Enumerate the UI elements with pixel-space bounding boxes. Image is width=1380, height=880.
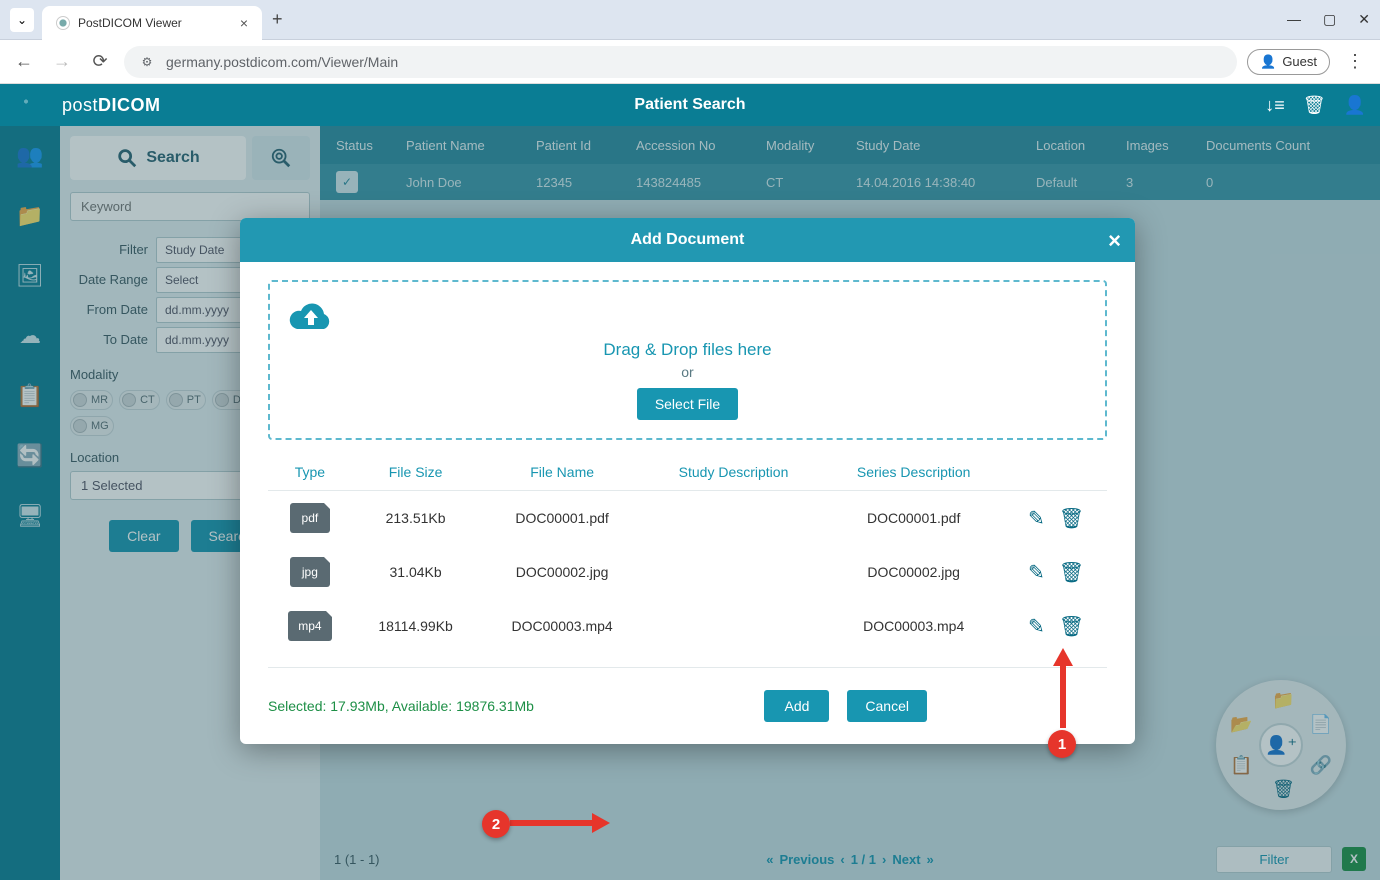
logo-icon <box>14 88 54 122</box>
modal-footer: Selected: 17.93Mb, Available: 19876.31Mb… <box>240 672 1135 744</box>
close-window-icon[interactable]: ✕ <box>1358 11 1370 28</box>
cloud-upload-icon <box>288 300 1087 336</box>
cell-series: DOC00002.jpg <box>822 545 1005 599</box>
browser-tab[interactable]: PostDICOM Viewer × <box>42 6 262 40</box>
dropzone-text: Drag & Drop files here <box>288 340 1087 360</box>
app-header: postDICOM Patient Search ↓≡ 🗑 👤 <box>0 84 1380 126</box>
delete-icon[interactable]: 🗑 <box>1059 560 1084 585</box>
tab-close-icon[interactable]: × <box>240 15 248 31</box>
file-table: Type File Size File Name Study Descripti… <box>268 454 1107 653</box>
tab-title: PostDICOM Viewer <box>78 16 182 30</box>
type-badge: jpg <box>290 557 330 587</box>
add-document-modal: Add Document × Drag & Drop files here or… <box>240 218 1135 744</box>
maximize-icon[interactable]: ▢ <box>1323 11 1336 28</box>
forward-button[interactable]: → <box>48 48 76 76</box>
file-row: pdf 213.51Kb DOC00001.pdf DOC00001.pdf ✎… <box>268 491 1107 546</box>
th-name: File Name <box>479 454 644 491</box>
guest-label: Guest <box>1282 54 1317 69</box>
edit-icon[interactable]: ✎ <box>1028 614 1045 639</box>
annotation-marker-1: 1 <box>1048 730 1076 758</box>
url-input[interactable]: ⚙ germany.postdicom.com/Viewer/Main <box>124 46 1237 78</box>
dropzone-or: or <box>288 364 1087 380</box>
logo-text: postDICOM <box>62 95 161 116</box>
delete-icon[interactable]: 🗑 <box>1059 614 1084 639</box>
cell-series: DOC00003.mp4 <box>822 599 1005 653</box>
annotation-arrow-1 <box>1055 648 1071 728</box>
annotation-arrow-2 <box>510 816 610 830</box>
back-button[interactable]: ← <box>10 48 38 76</box>
cell-size: 18114.99Kb <box>352 599 480 653</box>
edit-icon[interactable]: ✎ <box>1028 506 1045 531</box>
reload-button[interactable]: ⟳ <box>86 48 114 76</box>
page-title: Patient Search <box>634 96 745 114</box>
select-file-button[interactable]: Select File <box>637 388 738 420</box>
add-button[interactable]: Add <box>764 690 829 722</box>
dropzone[interactable]: Drag & Drop files here or Select File <box>268 280 1107 440</box>
site-settings-icon[interactable]: ⚙ <box>138 53 156 71</box>
file-row: jpg 31.04Kb DOC00002.jpg DOC00002.jpg ✎ 🗑 <box>268 545 1107 599</box>
tabs-dropdown[interactable]: ⌄ <box>10 8 34 32</box>
logo[interactable]: postDICOM <box>14 88 161 122</box>
type-badge: pdf <box>290 503 330 533</box>
edit-icon[interactable]: ✎ <box>1028 560 1045 585</box>
storage-status: Selected: 17.93Mb, Available: 19876.31Mb <box>268 698 534 714</box>
th-size: File Size <box>352 454 480 491</box>
sort-icon[interactable]: ↓≡ <box>1265 95 1285 116</box>
person-icon: 👤 <box>1260 54 1276 70</box>
th-series: Series Description <box>822 454 1005 491</box>
annotation-marker-2: 2 <box>482 810 510 838</box>
cell-size: 213.51Kb <box>352 491 480 546</box>
file-row: mp4 18114.99Kb DOC00003.mp4 DOC00003.mp4… <box>268 599 1107 653</box>
modal-title: Add Document <box>631 231 745 249</box>
profile-badge[interactable]: 👤 Guest <box>1247 49 1330 75</box>
minimize-icon[interactable]: — <box>1287 11 1301 28</box>
modal-close-icon[interactable]: × <box>1108 228 1121 254</box>
cell-size: 31.04Kb <box>352 545 480 599</box>
th-study: Study Description <box>645 454 822 491</box>
favicon <box>56 16 70 30</box>
th-type: Type <box>268 454 352 491</box>
cancel-button[interactable]: Cancel <box>847 690 927 722</box>
cell-series: DOC00001.pdf <box>822 491 1005 546</box>
type-badge: mp4 <box>288 611 331 641</box>
window-controls: — ▢ ✕ <box>1287 11 1370 28</box>
new-tab-button[interactable]: + <box>272 9 283 30</box>
address-bar: ← → ⟳ ⚙ germany.postdicom.com/Viewer/Mai… <box>0 40 1380 84</box>
url-text: germany.postdicom.com/Viewer/Main <box>166 54 398 70</box>
cell-name: DOC00003.mp4 <box>479 599 644 653</box>
cell-name: DOC00001.pdf <box>479 491 644 546</box>
browser-menu-icon[interactable]: ⋮ <box>1340 51 1370 72</box>
delete-icon[interactable]: 🗑 <box>1059 506 1084 531</box>
browser-tab-strip: ⌄ PostDICOM Viewer × + — ▢ ✕ <box>0 0 1380 40</box>
modal-header: Add Document × <box>240 218 1135 262</box>
cell-name: DOC00002.jpg <box>479 545 644 599</box>
clear-icon[interactable]: 🗑 <box>1303 95 1326 116</box>
user-icon[interactable]: 👤 <box>1344 95 1366 116</box>
